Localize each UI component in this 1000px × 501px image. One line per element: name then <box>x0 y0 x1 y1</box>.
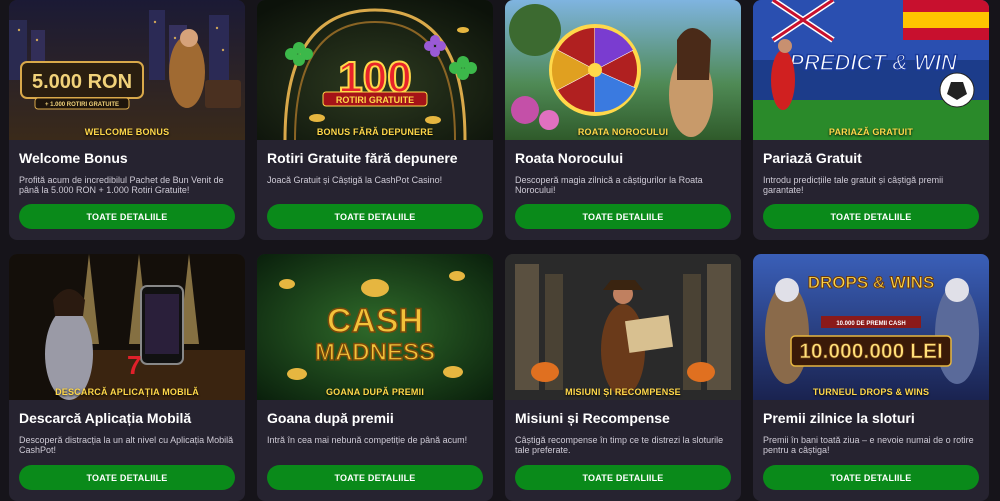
promo-banner-image[interactable]: 5.000 RON + 1.000 ROTIRI GRATUITE WELCOM… <box>9 0 245 140</box>
promo-banner-image[interactable]: CASH MADNESS GOANA DUPĂ PREMII <box>257 254 493 400</box>
promo-banner-image[interactable]: MISIUNI ȘI RECOMPENSE <box>505 254 741 400</box>
banner-subheadline: ROTIRI GRATUITE <box>336 95 414 105</box>
banner-label: MISIUNI ȘI RECOMPENSE <box>565 387 681 397</box>
promo-card-daily-prizes[interactable]: DROPS & WINS 10.000 DE PREMII CASH 10.00… <box>753 254 989 501</box>
promo-description: Premii în bani toată ziua – e nevoie num… <box>763 435 974 455</box>
promo-title: Pariază Gratuit <box>763 150 862 166</box>
promo-card-fortune-wheel[interactable]: ROATA NOROCULUI Roata Norocului Descoper… <box>505 0 741 240</box>
promo-description: Introdu predicțiile tale gratuit și câșt… <box>763 175 944 195</box>
promo-card-free-bet[interactable]: PREDICT & WIN PARIAZĂ GRATUIT Pariază Gr… <box>753 0 989 240</box>
promo-description: Descoperă magia zilnică a câștigurilor l… <box>515 175 703 195</box>
cash-madness-illustration: CASH MADNESS <box>257 254 493 400</box>
predict-win-illustration: PREDICT & WIN <box>753 0 989 140</box>
missions-illustration <box>505 254 741 400</box>
welcome-bonus-illustration: 5.000 RON + 1.000 ROTIRI GRATUITE <box>9 0 245 140</box>
promo-title: Misiuni și Recompense <box>515 410 670 426</box>
details-button[interactable]: TOATE DETALIILE <box>763 204 979 229</box>
promo-banner-image[interactable]: 7 DESCARCĂ APLICAȚIA MOBILĂ <box>9 254 245 400</box>
promo-description: Intră în cea mai nebună competiție de pâ… <box>267 435 468 445</box>
banner-label: BONUS FĂRĂ DEPUNERE <box>316 127 434 137</box>
promo-title: Rotiri Gratuite fără depunere <box>267 150 458 166</box>
promo-description: Descoperă distracția la un alt nivel cu … <box>19 435 234 455</box>
promo-title: Descarcă Aplicația Mobilă <box>19 410 192 426</box>
free-spins-illustration: 100 ROTIRI GRATUITE <box>257 0 493 140</box>
mobile-app-illustration: 7 <box>9 254 245 400</box>
banner-label: ROATA NOROCULUI <box>577 127 669 137</box>
svg-text:MADNESS: MADNESS <box>315 339 435 366</box>
banner-small-text: 10.000 DE PREMII CASH <box>836 321 905 327</box>
promo-title: Goana după premii <box>267 410 394 426</box>
drops-wins-illustration: DROPS & WINS 10.000 DE PREMII CASH 10.00… <box>753 254 989 400</box>
promo-description: Joacă Gratuit și Câștigă la CashPot Casi… <box>267 175 443 185</box>
promo-title: Welcome Bonus <box>19 150 128 166</box>
details-button[interactable]: TOATE DETALIILE <box>267 204 483 229</box>
details-button[interactable]: TOATE DETALIILE <box>19 465 235 490</box>
promo-card-welcome-bonus[interactable]: 5.000 RON + 1.000 ROTIRI GRATUITE WELCOM… <box>9 0 245 240</box>
promo-banner-image[interactable]: 100 ROTIRI GRATUITE BONUS FĂRĂ DEPUNERE <box>257 0 493 140</box>
banner-label: PARIAZĂ GRATUIT <box>828 127 914 137</box>
banner-label: DESCARCĂ APLICAȚIA MOBILĂ <box>55 387 199 397</box>
promo-banner-image[interactable]: DROPS & WINS 10.000 DE PREMII CASH 10.00… <box>753 254 989 400</box>
details-button[interactable]: TOATE DETALIILE <box>763 465 979 490</box>
banner-subheadline: + 1.000 ROTIRI GRATUITE <box>45 102 119 108</box>
promo-title: Premii zilnice la sloturi <box>763 410 915 426</box>
banner-headline: DROPS & WINS <box>808 273 935 292</box>
banner-label: TURNEUL DROPS & WINS <box>812 387 930 397</box>
details-button[interactable]: TOATE DETALIILE <box>267 465 483 490</box>
promo-description: Profită acum de incredibilul Pachet de B… <box>19 175 224 195</box>
fortune-wheel-illustration <box>505 0 741 140</box>
promo-banner-image[interactable]: ROATA NOROCULUI <box>505 0 741 140</box>
banner-subheadline: 10.000.000 LEI <box>799 340 943 363</box>
svg-text:7: 7 <box>127 350 141 380</box>
banner-label: GOANA DUPĂ PREMII <box>325 387 425 397</box>
details-button[interactable]: TOATE DETALIILE <box>19 204 235 229</box>
banner-headline: 5.000 RON <box>32 71 132 93</box>
banner-headline: PREDICT & WIN <box>789 50 958 75</box>
promo-title: Roata Norocului <box>515 150 624 166</box>
svg-text:CASH: CASH <box>327 302 423 340</box>
promotions-grid: 5.000 RON + 1.000 ROTIRI GRATUITE WELCOM… <box>9 0 989 501</box>
promo-card-prize-race[interactable]: CASH MADNESS GOANA DUPĂ PREMII Goana dup… <box>257 254 493 501</box>
promo-description: Câștigă recompense în timp ce te distrez… <box>515 435 724 455</box>
banner-label: WELCOME BONUS <box>84 127 170 137</box>
promo-card-missions[interactable]: MISIUNI ȘI RECOMPENSE Misiuni și Recompe… <box>505 254 741 501</box>
details-button[interactable]: TOATE DETALIILE <box>515 204 731 229</box>
details-button[interactable]: TOATE DETALIILE <box>515 465 731 490</box>
promo-card-free-spins[interactable]: 100 ROTIRI GRATUITE BONUS FĂRĂ DEPUNERE … <box>257 0 493 240</box>
promo-card-mobile-app[interactable]: 7 DESCARCĂ APLICAȚIA MOBILĂ Descarcă Apl… <box>9 254 245 501</box>
promo-banner-image[interactable]: PREDICT & WIN PARIAZĂ GRATUIT <box>753 0 989 140</box>
